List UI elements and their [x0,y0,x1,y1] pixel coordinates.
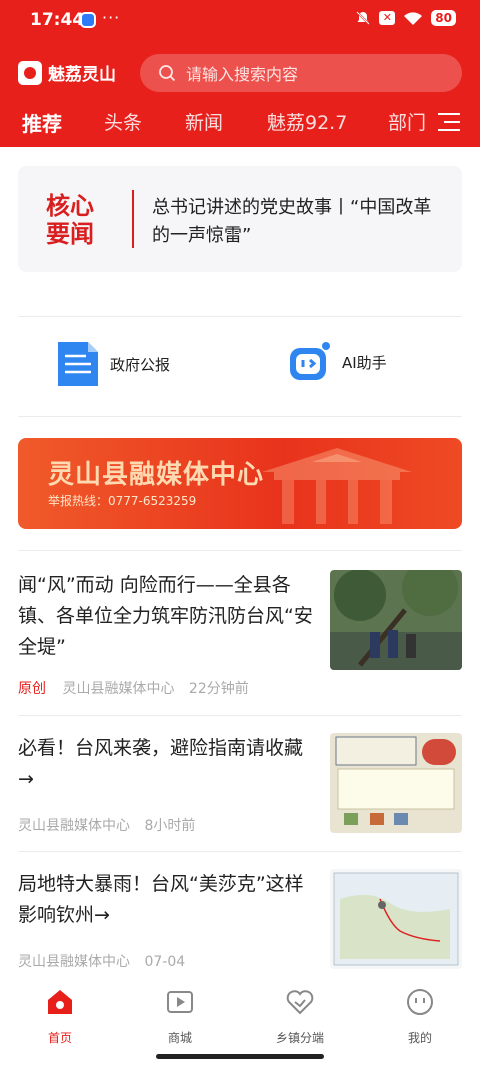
status-icons: ✕ 80 [355,10,456,26]
banner-title: 灵山县融媒体中心 [48,460,265,490]
channel-tabs: 推荐 头条 新闻 魅荔92.7 部门 [0,106,480,142]
tab-mine[interactable]: 我的 [380,988,460,1046]
core-news-text: 总书记讲述的党史故事丨“中国改革的一声惊雷” [152,197,432,246]
tab-label: 首页 [47,1031,72,1045]
tab-mall[interactable]: 商城 [140,988,220,1046]
divider [18,316,462,317]
notification-app-icon [80,12,96,28]
tab-departments[interactable]: 部门 [388,108,426,135]
mute-bell-icon [356,11,371,25]
news-meta: 灵山县融媒体中心 07-04 [18,951,185,971]
media-center-banner[interactable]: 灵山县融媒体中心 举报热线：0777-6523259 [18,438,462,529]
battery-level: 80 [431,10,456,26]
news-time: 07-04 [144,954,186,970]
news-item[interactable]: 必看！台风来袭，避险指南请收藏→ 灵山县融媒体中心 8小时前 [18,733,462,835]
news-source: 灵山县融媒体中心 [18,954,130,970]
tab-headlines[interactable]: 头条 [104,108,142,135]
status-bar: 17:44 ··· ✕ 80 [0,0,480,40]
tab-radio[interactable]: 魅荔92.7 [267,108,347,135]
news-thumbnail [330,869,462,969]
video-play-icon [167,991,193,1013]
tab-label: 乡镇分端 [275,1031,324,1045]
tab-recommend[interactable]: 推荐 [22,108,62,137]
app-name: 魅荔灵山 [48,65,116,85]
core-news-card[interactable]: 核心 要闻 总书记讲述的党史故事丨“中国改革的一声惊雷” [18,166,462,272]
news-title: 局地特大暴雨！台风“美莎克”这样影响钦州→ [18,873,304,926]
heart-hands-icon [286,990,314,1015]
document-icon [58,342,98,386]
news-item[interactable]: 局地特大暴雨！台风“美莎克”这样影响钦州→ 灵山县融媒体中心 07-04 [18,869,462,971]
tab-label: 我的 [407,1031,432,1045]
original-tag: 原创 [18,681,46,697]
badge-line-2: 要闻 [46,220,94,248]
news-source: 灵山县融媒体中心 [62,681,175,697]
divider [18,550,462,551]
robot-icon [290,342,330,380]
news-meta: 灵山县融媒体中心 8小时前 [18,815,195,835]
menu-icon[interactable] [438,112,460,132]
news-title: 必看！台风来袭，避险指南请收藏→ [18,737,304,790]
quick-link-ai-assistant[interactable]: AI助手 [288,340,387,384]
core-news-badge: 核心 要闻 [46,192,104,248]
news-item[interactable]: 闻“风”而动 向险而行——全县各镇、各单位全力筑牢防汛防台风“安全堤” 原创 灵… [18,570,462,700]
search-input[interactable]: 请输入搜索内容 [140,54,462,92]
search-placeholder: 请输入搜索内容 [186,65,299,84]
tab-news[interactable]: 新闻 [185,108,223,135]
quick-link-label: 政府公报 [110,355,171,374]
sim-off-icon: ✕ [379,11,396,25]
search-icon [159,65,176,82]
news-source: 灵山县融媒体中心 [18,818,130,834]
home-indicator [156,1054,324,1059]
quick-link-gov-bulletin[interactable]: 政府公报 [56,340,170,388]
home-icon [48,990,72,1014]
news-time: 8小时前 [144,818,196,834]
status-time: 17:44 [30,10,85,30]
wifi-icon [404,11,423,25]
top-bar: 魅荔灵山 请输入搜索内容 [0,52,480,92]
divider [18,851,462,852]
news-thumbnail [330,570,462,670]
news-meta: 原创 灵山县融媒体中心 22分钟前 [18,678,249,698]
quick-link-label: AI助手 [342,353,387,372]
news-thumbnail [330,733,462,833]
divider [18,416,462,417]
archway-illustration [262,448,412,524]
logo-icon [18,60,42,85]
tab-home[interactable]: 首页 [20,988,100,1046]
profile-face-icon [407,989,433,1015]
news-time: 22分钟前 [188,681,249,697]
app-logo[interactable]: 魅荔灵山 [18,60,116,85]
divider [132,190,134,248]
status-more: ··· [102,8,121,27]
tab-label: 商城 [167,1031,192,1045]
divider [18,715,462,716]
news-title: 闻“风”而动 向险而行——全县各镇、各单位全力筑牢防汛防台风“安全堤” [18,574,313,658]
tab-township[interactable]: 乡镇分端 [260,988,340,1046]
header: 17:44 ··· ✕ 80 魅荔灵山 请输入搜索内容 推荐 头条 新闻 魅荔9… [0,0,480,147]
badge-line-1: 核心 [46,192,94,220]
banner-hotline: 举报热线：0777-6523259 [48,494,197,508]
